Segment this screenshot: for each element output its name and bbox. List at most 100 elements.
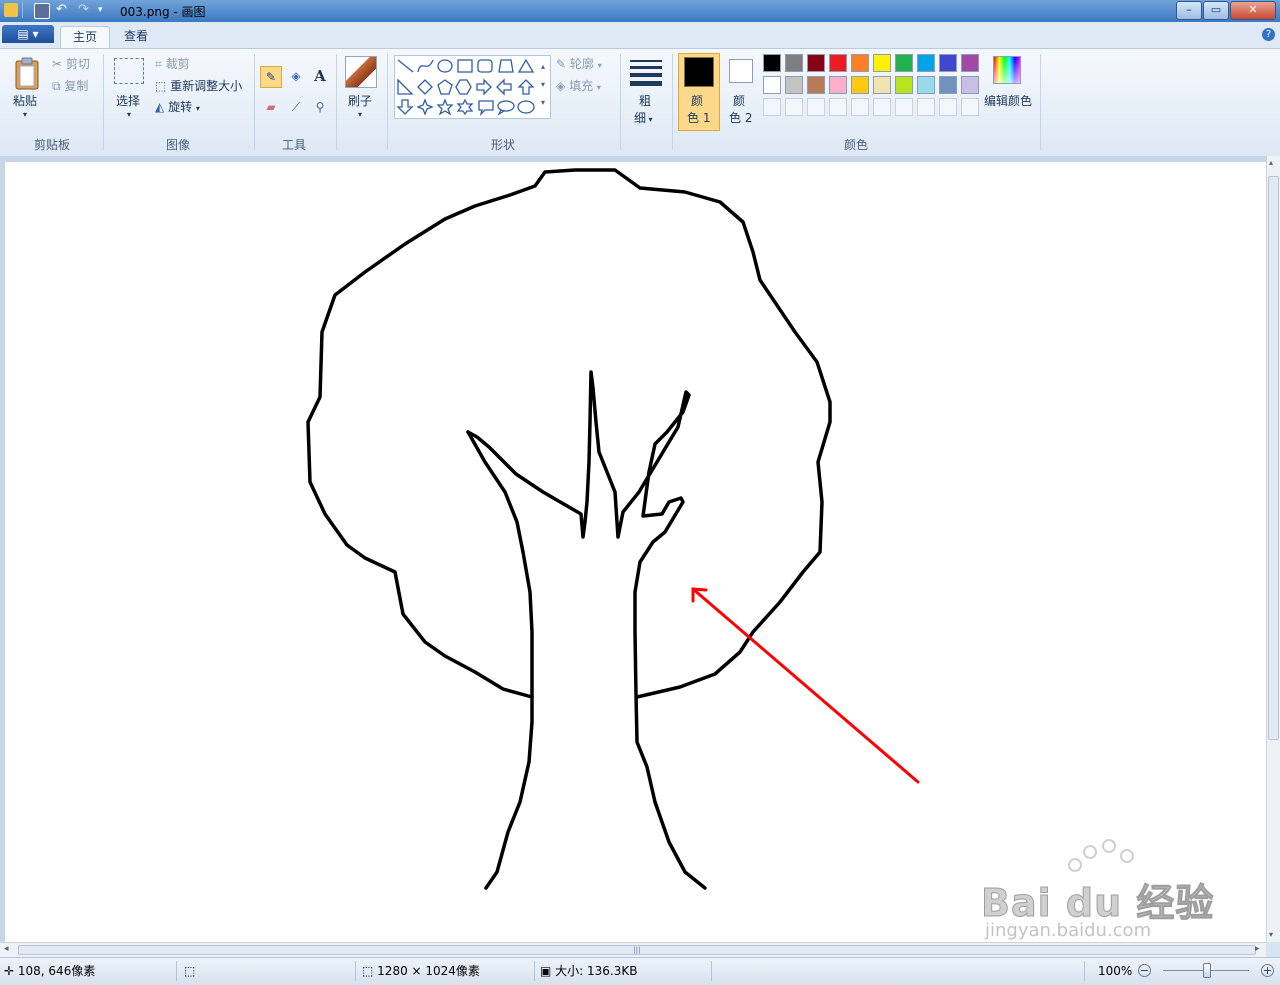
palette-empty-swatch[interactable] xyxy=(895,98,913,116)
palette-swatch[interactable] xyxy=(895,54,913,72)
palette-swatch[interactable] xyxy=(829,54,847,72)
fill-button[interactable]: ◈ 填充 ▾ xyxy=(556,76,601,96)
palette-swatch[interactable] xyxy=(851,54,869,72)
oval-callout-shape-icon xyxy=(497,100,515,116)
copy-button[interactable]: ⧉ 复制 xyxy=(52,76,88,96)
line-size-icon[interactable] xyxy=(630,58,662,86)
eraser-icon[interactable]: ▰ xyxy=(260,97,282,119)
zoom-in-button[interactable]: + xyxy=(1261,964,1274,977)
vertical-scroll-thumb[interactable] xyxy=(1268,176,1279,740)
scroll-right-icon[interactable]: ▸ xyxy=(1255,944,1260,954)
shapes-scroll[interactable]: ▴ ▾ ▾ xyxy=(538,58,548,116)
palette-swatch[interactable] xyxy=(763,76,781,94)
pencil-tool-icon[interactable]: ✎ xyxy=(260,66,282,88)
zoom-out-button[interactable]: − xyxy=(1138,964,1151,977)
paste-dropdown-icon[interactable]: ▾ xyxy=(23,110,27,119)
palette-empty-swatch[interactable] xyxy=(829,98,847,116)
fill-bucket-icon[interactable]: ◈ xyxy=(285,66,307,88)
tree-trunk-left xyxy=(466,370,707,890)
drawing-canvas[interactable]: Bai du 经验 jingyan.baidu.com xyxy=(5,162,1266,942)
palette-empty-swatch[interactable] xyxy=(939,98,957,116)
minimize-button[interactable]: – xyxy=(1176,1,1202,20)
file-menu-button[interactable]: ▤ ▾ xyxy=(2,25,54,43)
file-size: ▣ 大小: 136.3KB xyxy=(540,963,638,979)
color1-label-a: 颜 xyxy=(691,94,704,108)
palette-swatch[interactable] xyxy=(917,76,935,94)
horizontal-scrollbar[interactable]: ◂ ||| ▸ xyxy=(0,942,1266,958)
close-button[interactable]: ✕ xyxy=(1230,1,1276,20)
undo-icon[interactable]: ↶ xyxy=(56,3,70,17)
group-label-image: 图像 xyxy=(165,138,190,152)
triangle-shape-icon xyxy=(517,58,535,73)
select-label: 选择 xyxy=(116,94,141,108)
palette-swatch[interactable] xyxy=(851,76,869,94)
rounded-callout-shape-icon xyxy=(478,100,494,117)
group-divider xyxy=(103,54,104,150)
magnifier-icon[interactable]: ⚲ xyxy=(309,97,331,119)
brush-dropdown-icon[interactable]: ▾ xyxy=(358,110,362,119)
palette-swatch[interactable] xyxy=(763,54,781,72)
customize-quick-access-icon[interactable]: ▾ xyxy=(98,3,112,17)
status-divider xyxy=(711,961,712,981)
watermark-url: jingyan.baidu.com xyxy=(985,920,1152,941)
group-label-colors: 颜色 xyxy=(843,138,868,152)
palette-swatch[interactable] xyxy=(807,54,825,72)
scroll-up-icon[interactable]: ▴ xyxy=(1269,158,1273,167)
palette-empty-swatch[interactable] xyxy=(873,98,891,116)
up-arrow-shape-icon xyxy=(517,79,535,95)
palette-swatch[interactable] xyxy=(939,54,957,72)
palette-swatch[interactable] xyxy=(785,54,803,72)
paint-app-icon[interactable] xyxy=(4,3,18,17)
horizontal-scroll-thumb[interactable]: ||| xyxy=(18,945,1256,955)
rounded-rectangle-shape-icon xyxy=(477,59,493,73)
palette-swatch[interactable] xyxy=(961,54,979,72)
select-dropdown-icon[interactable]: ▾ xyxy=(127,110,131,119)
vertical-scrollbar[interactable]: ▴ ▾ xyxy=(1266,156,1280,942)
text-tool-icon[interactable]: A xyxy=(309,66,331,88)
tree-crown-outline xyxy=(306,168,832,699)
palette-swatch[interactable] xyxy=(939,76,957,94)
outline-icon: ✎ xyxy=(556,57,567,71)
redo-icon[interactable]: ↷ xyxy=(78,3,92,17)
rotate-dropdown-icon: ▾ xyxy=(195,104,200,113)
rotate-button[interactable]: ◭ 旋转 ▾ xyxy=(155,97,200,117)
palette-empty-swatch[interactable] xyxy=(961,98,979,116)
tab-view[interactable]: 查看 xyxy=(112,26,160,48)
tab-home[interactable]: 主页 xyxy=(60,26,111,49)
cut-button[interactable]: ✂ 剪切 xyxy=(52,54,90,74)
canvas-drawing xyxy=(306,168,1134,890)
palette-swatch[interactable] xyxy=(785,76,803,94)
palette-swatch[interactable] xyxy=(873,54,891,72)
palette-empty-swatch[interactable] xyxy=(851,98,869,116)
zoom-slider-thumb[interactable] xyxy=(1203,963,1211,978)
maximize-button[interactable]: ▭ xyxy=(1203,1,1229,20)
scroll-down-icon[interactable]: ▾ xyxy=(1269,930,1273,939)
palette-swatch[interactable] xyxy=(895,76,913,94)
crop-button[interactable]: ⌗ 裁剪 xyxy=(155,54,190,74)
palette-swatch[interactable] xyxy=(961,76,979,94)
palette-empty-swatch[interactable] xyxy=(917,98,935,116)
palette-swatch[interactable] xyxy=(807,76,825,94)
palette-swatch[interactable] xyxy=(917,54,935,72)
outline-button[interactable]: ✎ 轮廓 ▾ xyxy=(556,54,602,74)
palette-empty-swatch[interactable] xyxy=(785,98,803,116)
color2-swatch[interactable] xyxy=(729,59,753,83)
paste-button[interactable] xyxy=(12,56,42,92)
size-label-2[interactable]: 细 ▾ xyxy=(634,109,653,126)
resize-button[interactable]: ⬚ 重新调整大小 xyxy=(155,76,242,96)
palette-swatch[interactable] xyxy=(873,76,891,94)
select-marquee-icon[interactable] xyxy=(114,58,144,84)
help-icon[interactable]: ? xyxy=(1262,28,1275,41)
palette-swatch[interactable] xyxy=(829,76,847,94)
brush-icon[interactable] xyxy=(345,56,377,88)
save-icon[interactable] xyxy=(34,3,50,19)
palette-empty-swatch[interactable] xyxy=(807,98,825,116)
diamond-shape-icon xyxy=(417,79,433,95)
scroll-left-icon[interactable]: ◂ xyxy=(4,944,9,954)
cursor-position-text: 108, 646像素 xyxy=(17,964,96,978)
color-picker-icon[interactable]: ⟋ xyxy=(285,97,307,119)
outline-dropdown-icon: ▾ xyxy=(597,61,602,70)
rotate-label: 旋转 xyxy=(168,100,193,114)
palette-empty-swatch[interactable] xyxy=(763,98,781,116)
edit-colors-icon[interactable] xyxy=(993,56,1021,84)
